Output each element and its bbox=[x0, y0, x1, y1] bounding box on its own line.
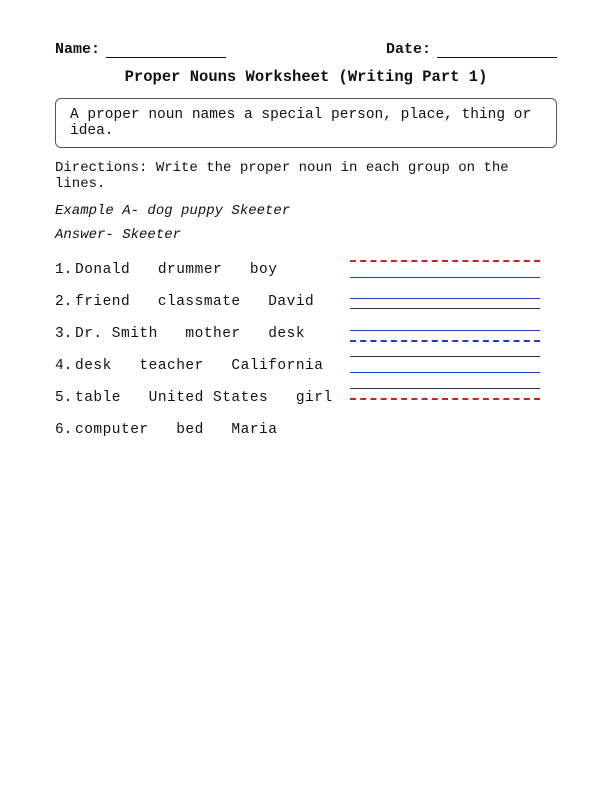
date-label: Date: bbox=[386, 41, 431, 58]
example-line1: Example A- dog puppy Skeeter bbox=[55, 200, 557, 224]
name-label: Name: bbox=[55, 41, 100, 58]
q4-line1[interactable] bbox=[350, 356, 540, 357]
q2-line1[interactable] bbox=[350, 298, 540, 299]
question-3: 3. Dr. Smith mother desk bbox=[55, 322, 557, 342]
q1-words: Donald drummer boy bbox=[75, 262, 277, 278]
q3-words: Dr. Smith mother desk bbox=[75, 326, 305, 342]
example-block: Example A- dog puppy Skeeter Answer- Ske… bbox=[55, 200, 557, 248]
q5-words: table United States girl bbox=[75, 390, 333, 406]
q2-lines bbox=[350, 290, 540, 309]
questions-section: 1. Donald drummer boy 2. friend classmat… bbox=[55, 258, 557, 438]
date-field: Date: bbox=[386, 40, 557, 58]
q3-number: 3. bbox=[55, 326, 75, 342]
q4-number: 4. bbox=[55, 358, 75, 374]
q2-words: friend classmate David bbox=[75, 294, 314, 310]
q1-line1[interactable] bbox=[350, 260, 540, 262]
worksheet-page: Name: Date: Proper Nouns Worksheet (Writ… bbox=[0, 0, 612, 792]
definition-text: A proper noun names a special person, pl… bbox=[70, 107, 531, 139]
q6-left: 6. computer bed Maria bbox=[55, 418, 350, 438]
q4-left: 4. desk teacher California bbox=[55, 354, 350, 374]
q2-number: 2. bbox=[55, 294, 75, 310]
q2-line2[interactable] bbox=[350, 308, 540, 309]
q4-words: desk teacher California bbox=[75, 358, 323, 374]
q1-left: 1. Donald drummer boy bbox=[55, 258, 350, 278]
q5-left: 5. table United States girl bbox=[55, 386, 350, 406]
q5-line2[interactable] bbox=[350, 398, 540, 400]
directions-text: Directions: Write the proper noun in eac… bbox=[55, 160, 557, 192]
question-6: 6. computer bed Maria bbox=[55, 418, 557, 438]
q4-line2[interactable] bbox=[350, 372, 540, 373]
question-5: 5. table United States girl bbox=[55, 386, 557, 406]
q3-line1[interactable] bbox=[350, 330, 540, 331]
definition-box: A proper noun names a special person, pl… bbox=[55, 98, 557, 148]
q1-number: 1. bbox=[55, 262, 75, 278]
question-1: 1. Donald drummer boy bbox=[55, 258, 557, 278]
q2-left: 2. friend classmate David bbox=[55, 290, 350, 310]
name-field: Name: bbox=[55, 40, 226, 58]
q4-lines bbox=[350, 354, 540, 373]
q6-words: computer bed Maria bbox=[75, 422, 277, 438]
q5-line1[interactable] bbox=[350, 388, 540, 389]
q3-left: 3. Dr. Smith mother desk bbox=[55, 322, 350, 342]
question-4: 4. desk teacher California bbox=[55, 354, 557, 374]
q1-line2[interactable] bbox=[350, 277, 540, 278]
q5-number: 5. bbox=[55, 390, 75, 406]
q3-line2[interactable] bbox=[350, 340, 540, 342]
example-line2: Answer- Skeeter bbox=[55, 224, 557, 248]
worksheet-title: Proper Nouns Worksheet (Writing Part 1) bbox=[55, 68, 557, 86]
date-underline[interactable] bbox=[437, 40, 557, 58]
question-2: 2. friend classmate David bbox=[55, 290, 557, 310]
q1-lines bbox=[350, 258, 540, 278]
q3-lines bbox=[350, 322, 540, 342]
q6-number: 6. bbox=[55, 422, 75, 438]
header-row: Name: Date: bbox=[55, 40, 557, 58]
name-underline[interactable] bbox=[106, 40, 226, 58]
q5-lines bbox=[350, 386, 540, 400]
